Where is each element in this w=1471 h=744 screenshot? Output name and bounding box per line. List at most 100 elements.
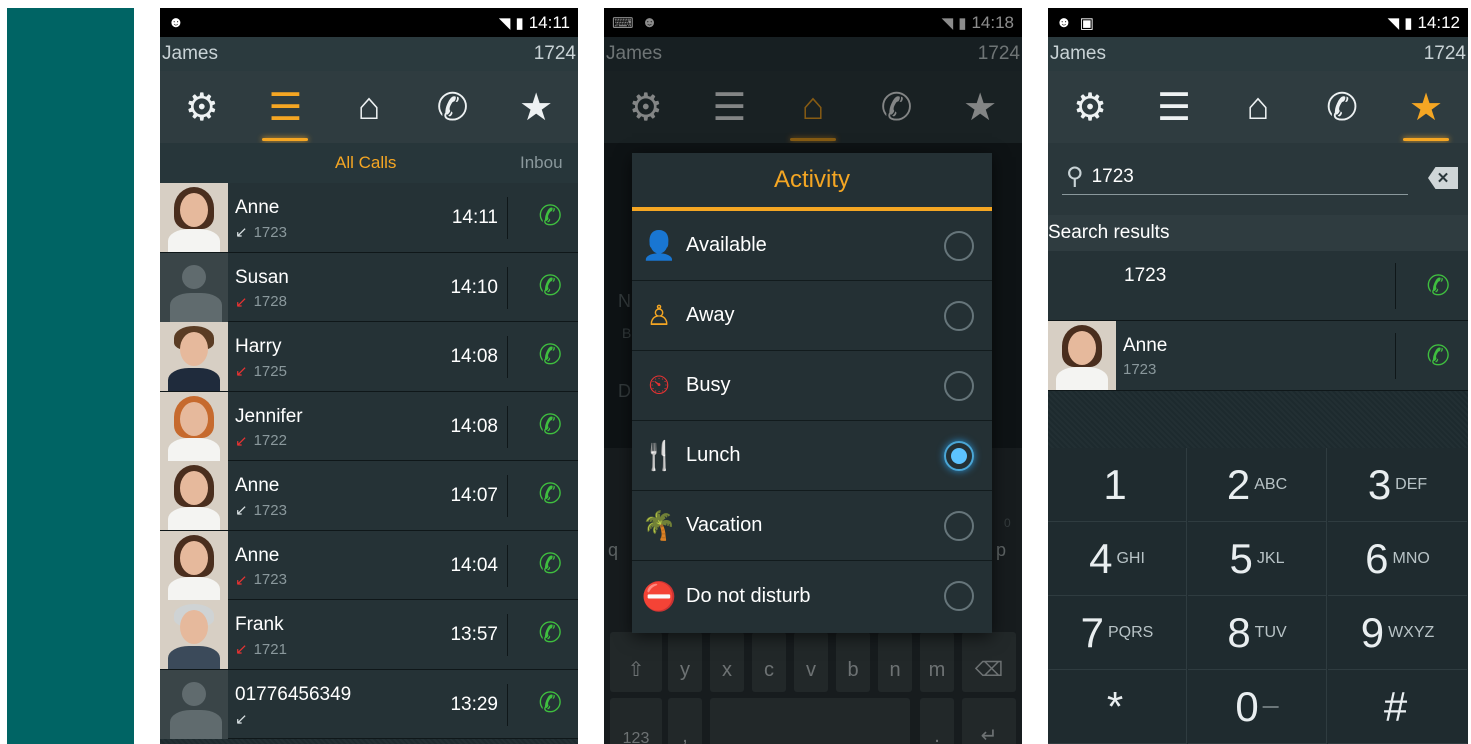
clock: 14:12 — [1417, 12, 1460, 32]
search-input[interactable]: ⚲ 1723 — [1062, 159, 1408, 195]
nav-home[interactable]: ⌂ — [1223, 71, 1293, 143]
user-name: James — [162, 43, 218, 64]
dialpad-key-5[interactable]: 5 JKL — [1188, 522, 1327, 596]
list-item[interactable]: Anne ↙ 1723 14:04 ✆ — [160, 530, 578, 600]
list-item[interactable]: Anne 1723 ✆ — [1048, 321, 1468, 391]
list-icon: ☰ — [268, 86, 303, 129]
activity-option-lunch[interactable]: 🍴 Lunch — [632, 421, 992, 491]
call-time: 14:08 — [450, 346, 498, 367]
contact-name: Anne — [235, 197, 280, 218]
status-bar: ☻ ▣ ◥ ▮ 14:12 — [1048, 8, 1468, 37]
dialpad-key-9[interactable]: 9 WXYZ — [1328, 596, 1467, 670]
brand-strip — [7, 8, 134, 744]
divider — [507, 197, 508, 239]
option-label: Busy — [686, 374, 731, 396]
call-back-icon[interactable]: ✆ — [539, 616, 562, 649]
dialpad-key-hash[interactable]: # — [1328, 670, 1467, 744]
list-item[interactable]: Frank ↙ 1721 13:57 ✆ — [160, 600, 578, 670]
clear-search-button[interactable]: ✕ — [1428, 167, 1458, 189]
home-icon: ⌂ — [357, 85, 381, 128]
activity-option-away[interactable]: ♙ Away — [632, 281, 992, 351]
dialpad-key-6[interactable]: 6 MNO — [1328, 522, 1467, 596]
contact-name: Anne — [235, 475, 280, 496]
avatar — [160, 183, 228, 252]
tab-all-calls[interactable]: All Calls — [335, 153, 396, 173]
call-back-icon[interactable]: ✆ — [539, 338, 562, 371]
main-nav: ⚙ ☰ ⌂ ✆ ★ — [1048, 71, 1468, 143]
call-time: 13:57 — [450, 624, 498, 645]
list-item[interactable]: Anne ↙ 1723 14:11 ✆ — [160, 183, 578, 253]
user-extension: 1724 — [1423, 43, 1466, 64]
divider — [507, 336, 508, 378]
activity-option-busy[interactable]: ⏲ Busy — [632, 351, 992, 421]
radio-button-selected[interactable] — [944, 441, 974, 471]
option-label: Vacation — [686, 514, 763, 536]
dialpad-key-0[interactable]: 0— — [1188, 670, 1327, 744]
nav-settings[interactable]: ⚙ — [167, 71, 237, 143]
contact-name: Susan — [235, 266, 289, 288]
dialpad-key-8[interactable]: 8 TUV — [1188, 596, 1327, 670]
call-back-icon[interactable]: ✆ — [539, 686, 562, 719]
list-icon: ☰ — [1156, 86, 1192, 129]
list-item[interactable]: 1723 ✆ — [1048, 251, 1468, 321]
dialpad-key-4[interactable]: 4 GHI — [1048, 522, 1187, 596]
contact-number: 1723 — [253, 501, 287, 519]
wifi-signal-icon: ◥ — [1387, 14, 1400, 32]
dialpad-key-star[interactable]: * — [1048, 670, 1187, 744]
call-back-icon[interactable]: ✆ — [539, 477, 562, 510]
contact-number: 1723 — [253, 223, 287, 241]
call-back-icon[interactable]: ✆ — [539, 269, 562, 302]
call-back-icon[interactable]: ✆ — [539, 408, 562, 441]
nav-favorites[interactable]: ★ — [1391, 71, 1461, 143]
nav-settings[interactable]: ⚙ — [1055, 71, 1125, 143]
call-time: 14:10 — [450, 276, 498, 298]
call-icon[interactable]: ✆ — [1427, 269, 1450, 302]
radio-button[interactable] — [944, 581, 974, 611]
list-item[interactable]: Susan ↙ 1728 14:10 ✆ — [160, 252, 578, 322]
activity-option-available[interactable]: 👤 Available — [632, 211, 992, 281]
call-time: 14:08 — [450, 415, 498, 437]
call-back-icon[interactable]: ✆ — [539, 547, 562, 580]
fork-knife-icon: 🍴 — [641, 440, 677, 471]
radio-button[interactable] — [944, 231, 974, 261]
battery-icon: ▮ — [515, 14, 524, 32]
nav-dialer[interactable]: ✆ — [418, 71, 488, 143]
radio-button[interactable] — [944, 371, 974, 401]
activity-option-do-not-disturb[interactable]: ⛔ Do not disturb — [632, 561, 992, 631]
divider — [507, 475, 508, 517]
list-item[interactable]: Jennifer ↙ 1722 14:08 ✆ — [160, 391, 578, 461]
radio-button[interactable] — [944, 511, 974, 541]
radio-button[interactable] — [944, 301, 974, 331]
phone-icon: ✆ — [1326, 86, 1358, 129]
contact-name: 01776456349 — [235, 683, 352, 705]
divider — [507, 266, 508, 309]
clock: 14:11 — [528, 12, 570, 32]
avatar — [160, 600, 228, 669]
call-icon[interactable]: ✆ — [1427, 339, 1450, 372]
dialpad: 1 2 ABC 3 DEF 4 GHI 5 JKL 6 MNO 7 PQRS 8 TUV 9W… — [1048, 448, 1468, 744]
list-item[interactable]: 01776456349 ↙ 13:29 ✆ — [160, 669, 578, 739]
missed-call-icon: ↙ — [235, 641, 248, 658]
call-time: 14:07 — [450, 485, 498, 506]
palm-tree-icon: 🌴 — [641, 510, 677, 541]
nav-dialer[interactable]: ✆ — [1307, 71, 1377, 143]
divider — [507, 683, 508, 726]
list-item[interactable]: Anne ↙ 1723 14:07 ✆ — [160, 461, 578, 531]
divider — [507, 405, 508, 448]
list-item[interactable]: Harry ↙ 1725 14:08 ✆ — [160, 322, 578, 392]
activity-option-vacation[interactable]: 🌴 Vacation — [632, 491, 992, 561]
tab-inbound[interactable]: Inbou — [520, 153, 563, 173]
nav-call-list[interactable]: ☰ — [1139, 71, 1209, 143]
dialog-title: Activity — [632, 153, 992, 211]
search-area: ⚲ 1723 ✕ — [1048, 143, 1468, 215]
dialpad-key-1[interactable]: 1 — [1048, 448, 1187, 522]
app-notification-icon: ☻ — [1056, 14, 1072, 31]
nav-call-list[interactable]: ☰ — [250, 71, 320, 143]
dialpad-key-7[interactable]: 7 PQRS — [1048, 596, 1187, 670]
nav-favorites[interactable]: ★ — [501, 71, 571, 143]
dialpad-key-3[interactable]: 3 DEF — [1328, 448, 1467, 522]
nav-home[interactable]: ⌂ — [334, 71, 404, 143]
call-back-icon[interactable]: ✆ — [539, 199, 562, 232]
dialpad-key-2[interactable]: 2 ABC — [1188, 448, 1327, 522]
result-number: 1723 — [1124, 265, 1167, 286]
